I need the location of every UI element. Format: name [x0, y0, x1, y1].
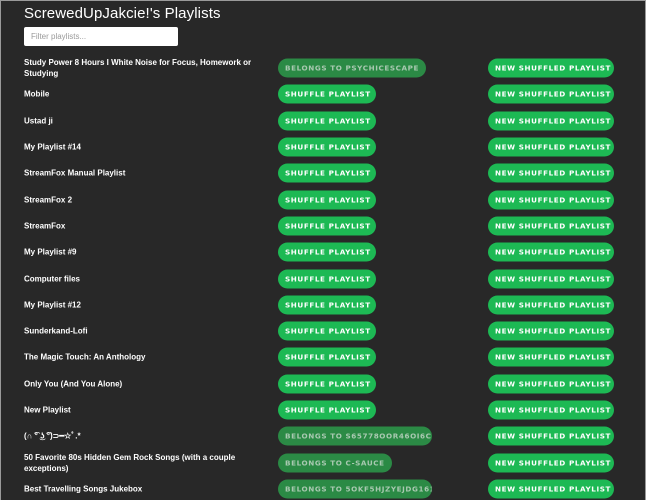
new-shuffled-playlist-button[interactable]: NEW SHUFFLED PLAYLIST — [488, 163, 614, 183]
playlist-name: StreamFox Manual Playlist — [24, 168, 126, 178]
playlist-row: StreamFox 2 SHUFFLE PLAYLIST NEW SHUFFLED … — [1, 186, 645, 212]
new-shuffled-playlist-button[interactable]: NEW SHUFFLED PLAYLIST — [488, 137, 614, 157]
new-shuffled-playlist-button[interactable]: NEW SHUFFLED PLAYLIST — [488, 84, 614, 104]
new-shuffled-playlist-button[interactable]: NEW SHUFFLED PLAYLIST — [488, 216, 614, 236]
playlist-row: My Playlist #12 SHUFFLE PLAYLIST NEW SHUFF… — [1, 292, 645, 318]
new-shuffled-playlist-button[interactable]: NEW SHUFFLED PLAYLIST — [488, 374, 614, 394]
new-shuffled-playlist-button[interactable]: NEW SHUFFLED PLAYLIST — [488, 269, 614, 289]
playlist-row: StreamFox Manual Playlist SHUFFLE PLAYLIS… — [1, 160, 645, 186]
new-shuffled-playlist-button[interactable]: NEW SHUFFLED PLAYLIST — [488, 295, 614, 315]
playlist-name: Study Power 8 Hours I White Noise for Fo… — [24, 58, 252, 79]
belongs-to-button[interactable]: BELONGS TO C-SAUCE — [278, 453, 392, 473]
new-shuffled-playlist-button[interactable]: NEW SHUFFLED PLAYLIST — [488, 242, 614, 262]
playlist-name: Best Travelling Songs Jukebox — [24, 484, 143, 494]
playlist-row: Mobile SHUFFLE PLAYLIST NEW SHUFFLED PLAYL… — [1, 81, 645, 107]
playlist-row: Ustad ji SHUFFLE PLAYLIST NEW SHUFFLED PLA… — [1, 108, 645, 134]
playlist-name: My Playlist #9 — [24, 247, 77, 257]
shuffle-playlist-button[interactable]: SHUFFLE PLAYLIST — [278, 321, 376, 341]
playlist-row: The Magic Touch: An Anthology SHUFFLE PLA… — [1, 344, 645, 370]
playlist-name: (∩ ͡° ͜ʖ ͡°)⊃━☆ﾟ.* — [24, 431, 81, 441]
shuffle-playlist-button[interactable]: SHUFFLE PLAYLIST — [278, 163, 376, 183]
playlist-row: My Playlist #9 SHUFFLE PLAYLIST NEW SHUFFL… — [1, 239, 645, 265]
playlist-row: Best Travelling Songs Jukebox BELONGS TO … — [1, 476, 645, 500]
playlist-name: Mobile — [24, 89, 50, 99]
playlist-row: Study Power 8 Hours I White Noise for Fo… — [1, 55, 645, 81]
playlist-name: Ustad ji — [24, 116, 53, 126]
playlist-list: Study Power 8 Hours I White Noise for Fo… — [1, 55, 645, 500]
playlist-row: New Playlist SHUFFLE PLAYLIST NEW SHUFFLED… — [1, 397, 645, 423]
new-shuffled-playlist-button[interactable]: NEW SHUFFLED PLAYLIST — [488, 400, 614, 420]
belongs-to-button[interactable]: BELONGS TO PSYCHICESCAPE — [278, 58, 427, 78]
shuffle-playlist-button[interactable]: SHUFFLE PLAYLIST — [278, 295, 376, 315]
belongs-to-button[interactable]: BELONGS TO S65778OOR46OI6CR — [278, 426, 432, 446]
playlist-name: StreamFox 2 — [24, 195, 73, 205]
new-shuffled-playlist-button[interactable]: NEW SHUFFLED PLAYLIST — [488, 347, 614, 367]
new-shuffled-playlist-button[interactable]: NEW SHUFFLED PLAYLIST — [488, 58, 614, 78]
playlist-name: Sunderkand-Lofi — [24, 326, 88, 336]
playlist-row: My Playlist #14 SHUFFLE PLAYLIST NEW SHUFF… — [1, 134, 645, 160]
playlist-row: Computer files SHUFFLE PLAYLIST NEW SHUFFL… — [1, 265, 645, 291]
new-shuffled-playlist-button[interactable]: NEW SHUFFLED PLAYLIST — [488, 479, 614, 499]
shuffle-playlist-button[interactable]: SHUFFLE PLAYLIST — [278, 111, 376, 131]
playlist-row: 50 Favorite 80s Hidden Gem Rock Songs (w… — [1, 449, 645, 475]
filter-playlists-input[interactable] — [24, 27, 178, 46]
playlist-name: 50 Favorite 80s Hidden Gem Rock Songs (w… — [24, 452, 236, 473]
new-shuffled-playlist-button[interactable]: NEW SHUFFLED PLAYLIST — [488, 453, 614, 473]
shuffle-playlist-button[interactable]: SHUFFLE PLAYLIST — [278, 400, 376, 420]
playlist-row: StreamFox SHUFFLE PLAYLIST NEW SHUFFLED PL… — [1, 213, 645, 239]
new-shuffled-playlist-button[interactable]: NEW SHUFFLED PLAYLIST — [488, 111, 614, 131]
playlist-row: (∩ ͡° ͜ʖ ͡°)⊃━☆ﾟ.* BELONGS TO S65778OOR46… — [1, 423, 645, 449]
new-shuffled-playlist-button[interactable]: NEW SHUFFLED PLAYLIST — [488, 426, 614, 446]
playlist-name: Computer files — [24, 274, 81, 284]
playlist-row: Only You (And You Alone) SHUFFLE PLAYLIST… — [1, 371, 645, 397]
playlist-name: The Magic Touch: An Anthology — [24, 352, 146, 362]
shuffle-playlist-button[interactable]: SHUFFLE PLAYLIST — [278, 137, 376, 157]
belongs-to-button[interactable]: BELONGS TO 5OKF5HJZYEJDG161 — [278, 479, 432, 499]
page-title: ScrewedUpJakcie!'s Playlists — [24, 5, 221, 22]
shuffle-playlist-button[interactable]: SHUFFLE PLAYLIST — [278, 374, 376, 394]
playlist-row: Sunderkand-Lofi SHUFFLE PLAYLIST NEW SHUFF… — [1, 318, 645, 344]
new-shuffled-playlist-button[interactable]: NEW SHUFFLED PLAYLIST — [488, 321, 614, 341]
playlist-name: My Playlist #14 — [24, 142, 81, 152]
new-shuffled-playlist-button[interactable]: NEW SHUFFLED PLAYLIST — [488, 190, 614, 210]
playlist-name: StreamFox — [24, 221, 66, 231]
playlist-name: Only You (And You Alone) — [24, 379, 123, 389]
shuffle-playlist-button[interactable]: SHUFFLE PLAYLIST — [278, 242, 376, 262]
shuffle-playlist-button[interactable]: SHUFFLE PLAYLIST — [278, 190, 376, 210]
shuffle-playlist-button[interactable]: SHUFFLE PLAYLIST — [278, 347, 376, 367]
playlist-name: My Playlist #12 — [24, 300, 81, 310]
shuffle-playlist-button[interactable]: SHUFFLE PLAYLIST — [278, 269, 376, 289]
shuffle-playlist-button[interactable]: SHUFFLE PLAYLIST — [278, 84, 376, 104]
playlist-name: New Playlist — [24, 405, 71, 415]
shuffle-playlist-button[interactable]: SHUFFLE PLAYLIST — [278, 216, 376, 236]
playlists-page: ScrewedUpJakcie!'s Playlists Study Power… — [0, 0, 646, 500]
